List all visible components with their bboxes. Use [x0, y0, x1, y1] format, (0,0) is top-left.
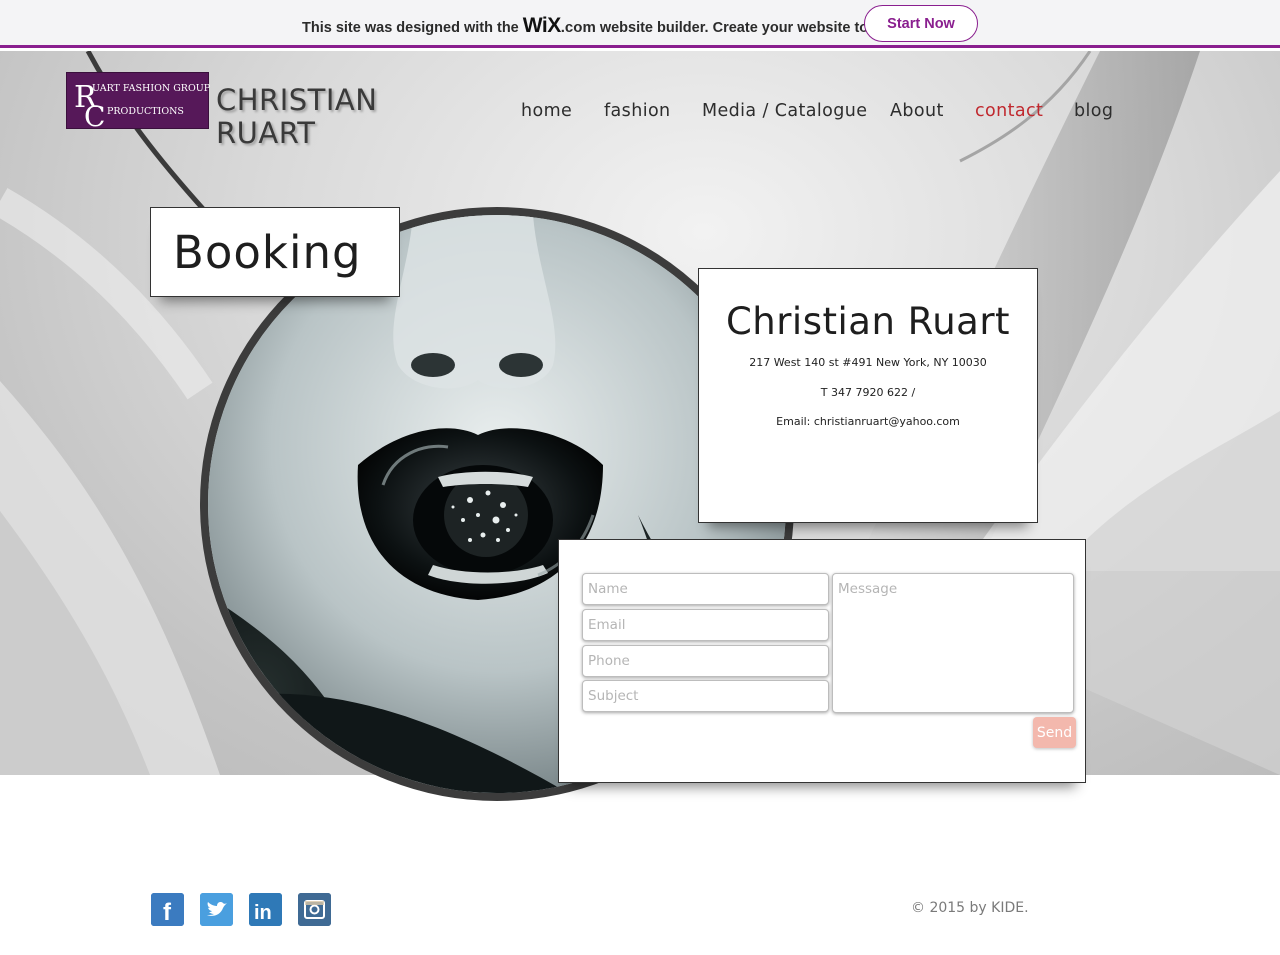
linkedin-icon: in [249, 893, 282, 926]
nav-item-fashion[interactable]: fashion [604, 101, 671, 121]
svg-text:f: f [163, 899, 172, 926]
contact-address: 217 West 140 st #491 New York, NY 10030 [749, 356, 987, 369]
twitter-link[interactable] [200, 893, 233, 926]
nav-item-contact[interactable]: contact [975, 101, 1043, 121]
logo-top-line: UART FASHION GROUP [92, 83, 211, 94]
nav-item-about[interactable]: About [890, 101, 944, 121]
contact-phone: T 347 7920 622 / [820, 386, 916, 399]
nav-item-blog[interactable]: blog [1074, 101, 1113, 121]
wix-banner: This site was designed with the WiX.com … [0, 0, 1280, 48]
svg-text:C: C [84, 100, 105, 130]
copyright-text: © 2015 by KIDE. [911, 900, 1029, 916]
twitter-icon [200, 893, 233, 926]
wix-banner-text-after: website builder. Create your website tod… [599, 20, 897, 36]
email-field[interactable] [582, 609, 829, 641]
name-field[interactable] [582, 573, 829, 605]
wix-banner-text: This site was designed with the WiX.com … [302, 14, 896, 38]
facebook-link[interactable]: f [151, 893, 184, 926]
phone-field[interactable] [582, 645, 829, 677]
brand-name-line2: RUART [216, 116, 316, 150]
linkedin-link[interactable]: in [249, 893, 282, 926]
page-title: Booking [173, 226, 362, 279]
send-button[interactable]: Send [1033, 717, 1076, 748]
svg-text:in: in [254, 902, 272, 924]
instagram-link[interactable] [298, 893, 331, 926]
wix-banner-text-before: This site was designed with the [302, 20, 519, 36]
logo-bottom-line: PRODUCTIONS [107, 106, 184, 117]
contact-info-card: Christian Ruart 217 West 140 st #491 New… [698, 268, 1038, 523]
brand-name-line1: CHRISTIAN [216, 83, 378, 117]
contact-email[interactable]: Email: christianruart@yahoo.com [699, 415, 1037, 428]
facebook-icon: f [151, 893, 184, 926]
subject-field[interactable] [582, 680, 829, 712]
instagram-icon [298, 893, 331, 926]
start-now-button[interactable]: Start Now [864, 5, 978, 42]
contact-name: Christian Ruart [725, 300, 1011, 343]
wix-dotcom: .com [560, 19, 596, 36]
nav-item-home[interactable]: home [521, 101, 572, 121]
booking-title-box: Booking [150, 207, 400, 297]
contact-form: Send [558, 539, 1086, 783]
nav-item-media-catalogue[interactable]: Media / Catalogue [702, 101, 867, 121]
logo-monogram-icon: R C [74, 80, 105, 130]
wix-logo: WiX [522, 14, 561, 37]
message-field[interactable] [832, 573, 1074, 713]
brand-name[interactable]: CHRISTIAN RUART [216, 84, 377, 150]
brand-logo[interactable]: R C UART FASHION GROUP PRODUCTIONS [66, 72, 211, 130]
